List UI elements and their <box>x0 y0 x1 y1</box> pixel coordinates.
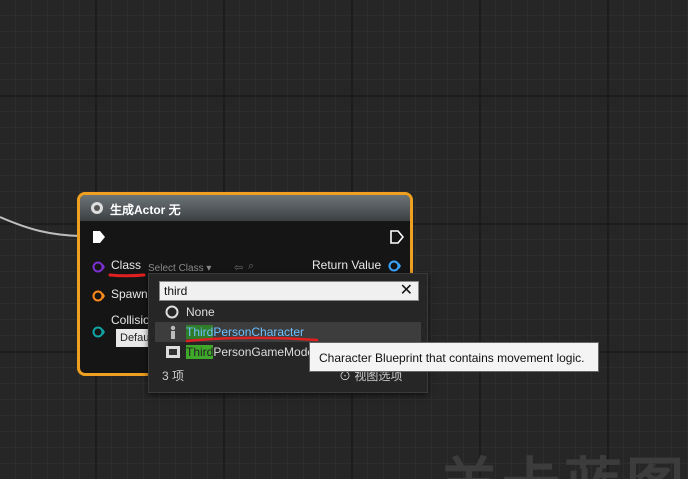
clear-search-icon[interactable]: ✕ <box>400 282 413 300</box>
watermark: 羊卡蓝图 <box>440 438 688 479</box>
class-pin-label: Class <box>111 258 142 272</box>
collision-handling-label: Collisio <box>111 313 150 327</box>
character-icon <box>170 325 176 339</box>
gamemode-icon <box>166 346 180 358</box>
none-circle-icon <box>165 305 179 319</box>
node-header[interactable]: 生成Actor 无 <box>80 195 410 221</box>
return-value-pin-icon[interactable] <box>388 260 402 272</box>
spawn-transform-label: Spawn <box>111 287 148 301</box>
return-value-label: Return Value <box>312 258 382 272</box>
class-search-input[interactable]: third ✕ <box>159 281 419 301</box>
tooltip-text: Character Blueprint that contains moveme… <box>319 351 585 365</box>
collision-pin-icon[interactable] <box>92 326 106 338</box>
list-item-label: None <box>186 305 215 319</box>
function-icon <box>91 202 103 214</box>
annotation-underline <box>185 336 319 343</box>
match-highlight: Third <box>186 345 214 359</box>
search-input-value: third <box>164 284 188 298</box>
list-item-label: PersonGameMode <box>213 345 315 359</box>
exec-out-pin-icon[interactable] <box>390 230 404 244</box>
class-picker-popup[interactable]: third ✕ None ThirdPersonCharacter ThirdP… <box>148 273 428 393</box>
node-title: 生成Actor 无 <box>110 203 181 217</box>
class-pin-icon[interactable] <box>92 261 106 273</box>
list-item-none[interactable]: None <box>155 302 421 322</box>
class-tooltip: Character Blueprint that contains moveme… <box>309 342 599 372</box>
annotation-underline <box>108 273 146 278</box>
exec-in-pin-icon[interactable] <box>92 230 106 244</box>
result-count: 3 项 <box>162 369 185 383</box>
spawn-transform-pin-icon[interactable] <box>92 290 106 302</box>
browse-search-icon[interactable]: ⌕ <box>248 260 254 273</box>
